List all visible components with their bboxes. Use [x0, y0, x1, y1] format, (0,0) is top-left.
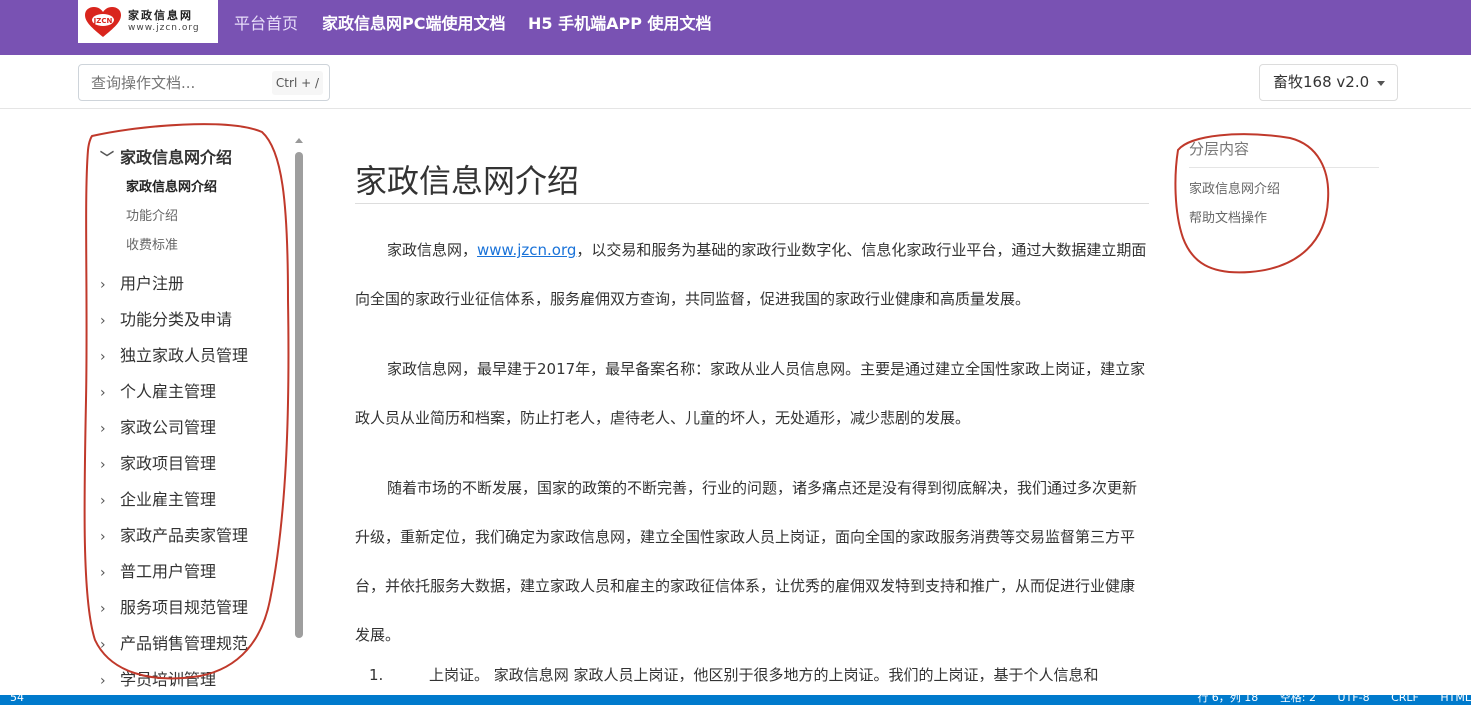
list-item: 1. 上岗证。 家政信息网 家政人员上岗证，他区别于很多地方的上岗证。我们的上岗证…	[369, 666, 1099, 684]
chevron-right-icon: ›	[100, 637, 106, 653]
nav-h5-docs-link[interactable]: H5 手机端APP 使用文档	[528, 10, 712, 34]
sidebar-group[interactable]: › 普工用户管理	[100, 558, 216, 582]
chevron-right-icon: ›	[100, 565, 106, 581]
scroll-up-arrow-icon[interactable]	[295, 138, 303, 143]
status-line-count: 54	[10, 695, 24, 704]
nav-pc-docs-link[interactable]: 家政信息网PC端使用文档	[322, 10, 505, 34]
table-of-contents: 分层内容 家政信息网介绍 帮助文档操作	[1189, 138, 1379, 226]
sidebar-group[interactable]: › 家政产品卖家管理	[100, 522, 248, 546]
status-bar: 54 行 6，列 18 空格: 2 UTF-8 CRLF HTML	[0, 695, 1471, 705]
chevron-right-icon: ›	[100, 529, 106, 545]
docs-sidebar: ﹀ 家政信息网介绍 家政信息网介绍 功能介绍 收费标准 › 用户注册 › 功能分类及申…	[100, 140, 280, 690]
sidebar-group[interactable]: › 用户注册	[100, 270, 184, 294]
list-number: 1.	[369, 666, 384, 684]
sidebar-group[interactable]: › 独立家政人员管理	[100, 342, 248, 366]
nav-home-link[interactable]: 平台首页	[234, 10, 298, 34]
sidebar-group[interactable]: › 学员培训管理	[100, 666, 216, 690]
search-shortcut-hint: Ctrl + /	[271, 71, 323, 95]
chevron-right-icon: ›	[100, 313, 106, 329]
chevron-right-icon: ›	[100, 493, 106, 509]
search-input[interactable]	[91, 74, 261, 92]
chevron-right-icon: ›	[100, 385, 106, 401]
sidebar-sub-item[interactable]: 功能介绍	[126, 205, 178, 224]
version-select[interactable]: 畜牧168 v2.0	[1259, 64, 1398, 101]
status-line-ending[interactable]: CRLF	[1391, 695, 1419, 704]
toc-item[interactable]: 帮助文档操作	[1189, 207, 1379, 226]
chevron-right-icon: ›	[100, 673, 106, 689]
toc-item[interactable]: 家政信息网介绍	[1189, 178, 1379, 197]
sidebar-group[interactable]: › 个人雇主管理	[100, 378, 216, 402]
svg-text:JZCN: JZCN	[93, 17, 113, 25]
paragraph: 家政信息网，www.jzcn.org，以交易和服务为基础的家政行业数字化、信息化…	[355, 241, 1147, 308]
chevron-right-icon: ›	[100, 349, 106, 365]
sidebar-scrollbar[interactable]	[295, 152, 303, 638]
sidebar-group[interactable]: › 企业雇主管理	[100, 486, 216, 510]
search-bar-row: Ctrl + / 畜牧168 v2.0	[0, 55, 1471, 109]
page-title: 家政信息网介绍	[355, 150, 1149, 204]
sidebar-group[interactable]: › 功能分类及申请	[100, 306, 232, 330]
chevron-right-icon: ›	[100, 421, 106, 437]
status-cursor-position[interactable]: 行 6，列 18	[1197, 695, 1258, 704]
chevron-down-icon: ﹀	[100, 151, 114, 167]
chevron-right-icon: ›	[100, 601, 106, 617]
sidebar-group[interactable]: › 服务项目规范管理	[100, 594, 248, 618]
sidebar-group[interactable]: › 家政项目管理	[100, 450, 216, 474]
sidebar-group[interactable]: › 产品销售管理规范	[100, 630, 248, 654]
logo-name: 家政信息网	[128, 9, 193, 22]
top-navbar: JZCN 家政信息网 www.jzcn.org 平台首页 家政信息网PC端使用文…	[0, 0, 1471, 55]
caret-down-icon	[1377, 81, 1385, 86]
chevron-right-icon: ›	[100, 457, 106, 473]
doc-content: 家政信息网介绍 家政信息网，www.jzcn.org，以交易和服务为基础的家政行…	[355, 150, 1149, 684]
status-language[interactable]: HTML	[1440, 695, 1471, 704]
sidebar-group[interactable]: › 家政公司管理	[100, 414, 216, 438]
status-encoding[interactable]: UTF-8	[1338, 695, 1370, 704]
sidebar-group-expanded[interactable]: ﹀ 家政信息网介绍	[100, 144, 232, 168]
heart-logo-icon: JZCN	[84, 6, 122, 38]
paragraph: 家政信息网，最早建于2017年，最早备案名称：家政从业人员信息网。主要是通过建立…	[355, 360, 1146, 427]
logo-url: www.jzcn.org	[128, 23, 200, 33]
paragraph: 随着市场的不断发展，国家的政策的不断完善，行业的问题，诸多痛点还是没有得到彻底解…	[355, 479, 1138, 644]
search-box[interactable]: Ctrl + /	[78, 64, 330, 101]
version-select-value: 畜牧168 v2.0	[1273, 73, 1370, 91]
chevron-right-icon: ›	[100, 277, 106, 293]
toc-title: 分层内容	[1189, 138, 1379, 168]
site-logo[interactable]: JZCN 家政信息网 www.jzcn.org	[78, 0, 218, 43]
site-link[interactable]: www.jzcn.org	[477, 241, 576, 259]
sidebar-sub-item[interactable]: 家政信息网介绍	[126, 176, 217, 195]
status-indent[interactable]: 空格: 2	[1280, 695, 1316, 704]
sidebar-sub-item[interactable]: 收费标准	[126, 234, 178, 253]
